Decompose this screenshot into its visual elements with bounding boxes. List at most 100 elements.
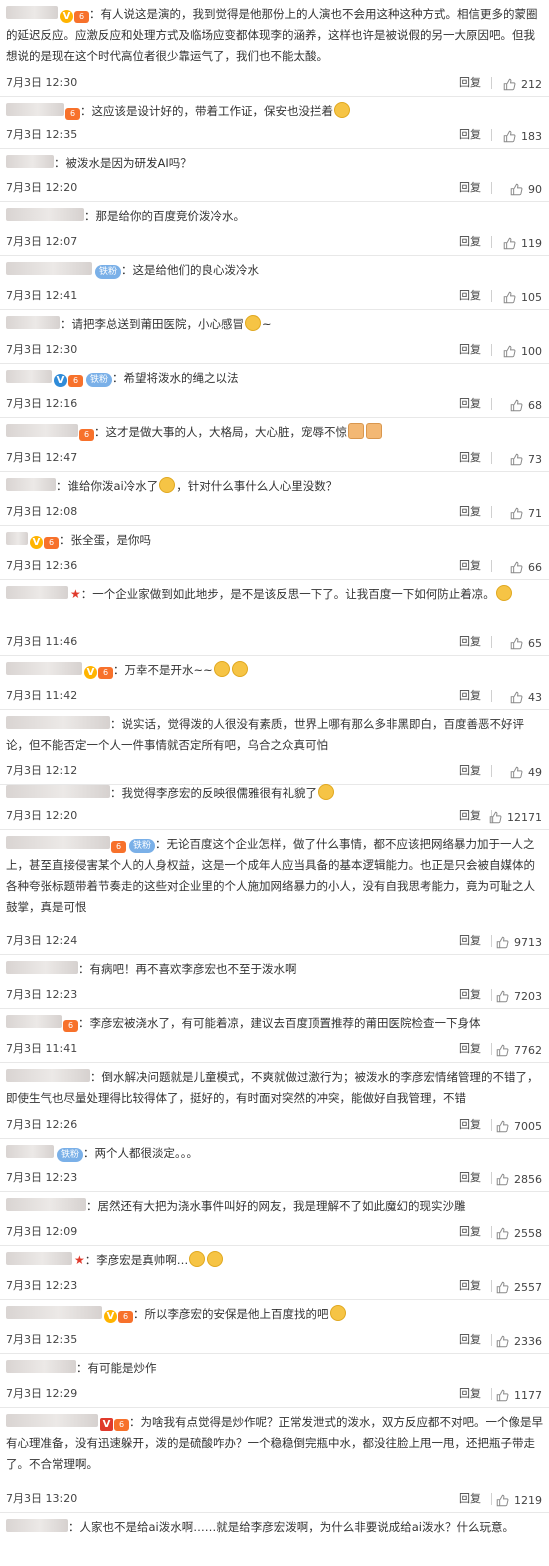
username[interactable] xyxy=(6,961,78,974)
reply-button[interactable]: 回复 xyxy=(459,1277,481,1293)
like-button[interactable]: 1177 xyxy=(496,1389,542,1402)
reply-button[interactable]: 回复 xyxy=(459,986,481,1002)
like-button[interactable]: 105 xyxy=(503,291,542,304)
reply-button[interactable]: 回复 xyxy=(459,503,481,519)
like-button[interactable]: 7203 xyxy=(496,990,542,1003)
reply-button[interactable]: 回复 xyxy=(459,341,481,357)
like-button[interactable]: 65 xyxy=(510,637,542,650)
reply-button[interactable]: 回复 xyxy=(459,449,481,465)
like-button[interactable]: 119 xyxy=(503,237,542,250)
comment-time: 7月3日 12:47 xyxy=(6,451,78,464)
reply-button[interactable]: 回复 xyxy=(459,1040,481,1056)
username[interactable] xyxy=(6,1015,62,1028)
fan-badge: 铁粉 xyxy=(129,839,156,853)
username[interactable] xyxy=(6,6,58,19)
like-button[interactable]: 68 xyxy=(510,399,542,412)
like-button[interactable]: 183 xyxy=(503,130,542,143)
like-button[interactable]: 73 xyxy=(510,453,542,466)
username[interactable] xyxy=(6,155,54,168)
username[interactable] xyxy=(6,586,68,599)
reply-button[interactable]: 回复 xyxy=(459,932,481,948)
comment-body: 张全蛋，是你吗 xyxy=(70,533,152,547)
like-button[interactable]: 2557 xyxy=(496,1281,542,1294)
like-button[interactable]: 66 xyxy=(510,561,542,574)
reply-button[interactable]: 回复 xyxy=(459,633,481,649)
comment-text: ★：一个企业家做到如此地步，是不是该反思一下了。让我百度一下如何防止着凉。 xyxy=(6,584,543,605)
comment-text: V 6 ：为啥我有点觉得是炒作呢？正常发泄式的泼水，双方反应都不对吧。一个像是早有心… xyxy=(6,1414,543,1471)
comment-time: 7月3日 12:12 xyxy=(6,764,78,777)
like-button[interactable]: 100 xyxy=(503,345,542,358)
reply-button[interactable]: 回复 xyxy=(459,1169,481,1185)
username[interactable] xyxy=(6,532,28,545)
reply-button[interactable]: 回复 xyxy=(459,1385,481,1401)
username[interactable] xyxy=(6,1306,102,1319)
like-button[interactable]: 2856 xyxy=(496,1173,542,1186)
like-button[interactable]: 49 xyxy=(510,766,542,779)
reply-button[interactable]: 回复 xyxy=(459,1331,481,1347)
comment-time: 7月3日 12:07 xyxy=(6,235,78,248)
verified-badge-icon: V xyxy=(54,374,67,387)
username[interactable] xyxy=(6,1519,68,1532)
username[interactable] xyxy=(6,662,82,675)
like-button[interactable]: 9713 xyxy=(496,936,542,949)
like-button[interactable]: 1219 xyxy=(496,1494,542,1507)
comment-item: V 6 ：万幸不是开水~~ 7月3日 11:42 回复 43 xyxy=(0,656,549,710)
like-button[interactable]: 2336 xyxy=(496,1335,542,1348)
username[interactable] xyxy=(6,103,64,116)
comment-time: 7月3日 12:24 xyxy=(6,934,78,947)
like-button[interactable]: 43 xyxy=(510,691,542,704)
divider xyxy=(491,560,492,572)
username[interactable] xyxy=(6,478,56,491)
comment-text: 铁粉 ：这是给他们的良心泼冷水 xyxy=(6,260,543,281)
reply-button[interactable]: 回复 xyxy=(459,126,481,142)
reply-button[interactable]: 回复 xyxy=(459,1223,481,1239)
reply-button[interactable]: 回复 xyxy=(459,179,481,195)
like-count: 12171 xyxy=(507,811,542,824)
username[interactable] xyxy=(6,262,92,275)
username[interactable] xyxy=(6,1198,86,1211)
username[interactable] xyxy=(6,424,78,437)
divider xyxy=(491,236,492,248)
like-button[interactable]: 90 xyxy=(510,183,542,196)
username[interactable] xyxy=(6,716,110,729)
reply-button[interactable]: 回复 xyxy=(459,233,481,249)
like-button[interactable]: 7005 xyxy=(496,1120,542,1133)
username[interactable] xyxy=(6,208,84,221)
comment-text: ：倒水解决问题就是儿童模式，不爽就做过激行为；被泼水的李彦宏情绪管理的不错了，即… xyxy=(6,1069,539,1105)
comment-item: V 6 ：有人说这是演的，我到觉得是他那份上的人演也不会用这种这种方式。相信更多的蒙… xyxy=(0,0,549,97)
like-button[interactable]: 212 xyxy=(503,78,542,91)
username[interactable] xyxy=(6,1145,54,1158)
username[interactable] xyxy=(6,1069,90,1082)
username[interactable] xyxy=(6,370,52,383)
like-button[interactable]: 7762 xyxy=(496,1044,542,1057)
reply-button[interactable]: 回复 xyxy=(459,74,481,90)
reply-button[interactable]: 回复 xyxy=(459,687,481,703)
like-button[interactable]: 12171 xyxy=(489,811,542,824)
username[interactable] xyxy=(6,316,60,329)
username[interactable] xyxy=(6,785,110,798)
divider xyxy=(491,1226,492,1238)
comment-body: 希望将泼水的绳之以法 xyxy=(123,371,239,385)
divider xyxy=(491,1280,492,1292)
username[interactable] xyxy=(6,1252,72,1265)
username[interactable] xyxy=(6,1360,76,1373)
reply-button[interactable]: 回复 xyxy=(459,1116,481,1132)
username[interactable] xyxy=(6,1414,98,1427)
reply-button[interactable]: 回复 xyxy=(459,1490,481,1506)
comment-body: 这是给他们的良心泼冷水 xyxy=(132,263,260,277)
reply-button[interactable]: 回复 xyxy=(459,557,481,573)
comment-text: V 6 ：所以李彦宏的安保是他上百度找的吧 xyxy=(6,1304,543,1325)
like-button[interactable]: 2558 xyxy=(496,1227,542,1240)
like-count: 105 xyxy=(521,291,542,304)
level-badge-icon: 6 xyxy=(111,841,126,853)
comment-time: 7月3日 12:23 xyxy=(6,988,78,1001)
comment-feed: V 6 ：有人说这是演的，我到觉得是他那份上的人演也不会用这种这种方式。相信更多的蒙… xyxy=(0,0,549,1566)
reply-button[interactable]: 回复 xyxy=(459,807,481,823)
thumbs-up-icon xyxy=(496,1494,509,1507)
reply-button[interactable]: 回复 xyxy=(459,395,481,411)
reply-button[interactable]: 回复 xyxy=(459,762,481,778)
verified-badge-icon: V xyxy=(104,1310,117,1323)
username[interactable] xyxy=(6,836,110,849)
like-button[interactable]: 71 xyxy=(510,507,542,520)
reply-button[interactable]: 回复 xyxy=(459,287,481,303)
